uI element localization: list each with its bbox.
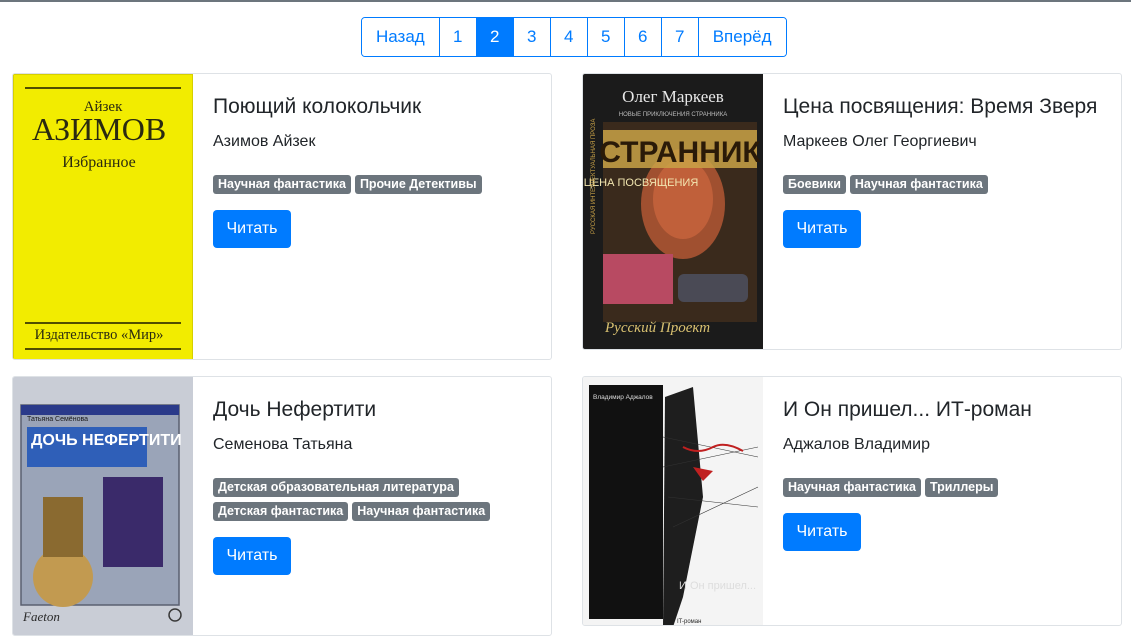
book-title: Цена посвящения: Время Зверя — [783, 95, 1098, 118]
read-button[interactable]: Читать — [783, 210, 861, 248]
page-6-button[interactable]: 6 — [624, 18, 662, 56]
genre-badges: Детская образовательная литература Детска… — [213, 478, 543, 526]
svg-text:ЦЕНА ПОСВЯЩЕНИЯ: ЦЕНА ПОСВЯЩЕНИЯ — [584, 177, 699, 189]
genre-badge: Научная фантастика — [213, 175, 351, 194]
book-card: Владимир Аджалов И Он пришел... IT-роман… — [582, 376, 1122, 626]
page-4-button[interactable]: 4 — [550, 18, 588, 56]
genre-badges: Научная фантастика Триллеры — [783, 478, 1121, 502]
book-cover[interactable]: Владимир Аджалов И Он пришел... IT-роман — [583, 377, 763, 625]
svg-text:Faeton: Faeton — [22, 609, 60, 624]
svg-text:Олег Маркеев: Олег Маркеев — [622, 87, 724, 106]
svg-text:Избранное: Избранное — [62, 154, 136, 171]
page-7-button[interactable]: 7 — [661, 18, 699, 56]
read-button[interactable]: Читать — [213, 210, 291, 248]
page-5-button[interactable]: 5 — [587, 18, 625, 56]
svg-text:Русский Проект: Русский Проект — [604, 320, 710, 336]
svg-text:Татьяна Семёнова: Татьяна Семёнова — [27, 416, 88, 423]
book-cover[interactable]: Татьяна Семёнова ДОЧЬ НЕФЕРТИТИ Faeton — [13, 377, 193, 635]
svg-text:Издательство «Мир»: Издательство «Мир» — [35, 327, 164, 343]
read-button[interactable]: Читать — [783, 513, 861, 551]
genre-badge: Детская образовательная литература — [213, 478, 459, 497]
genre-badge: Прочие Детективы — [354, 175, 482, 194]
genre-badge: Детская фантастика — [213, 502, 349, 521]
page-next-button[interactable]: Вперёд — [698, 18, 786, 56]
page-1-button[interactable]: 1 — [439, 18, 477, 56]
book-card: Олег Маркеев НОВЫЕ ПРИКЛЮЧЕНИЯ СТРАННИКА… — [582, 73, 1122, 350]
book-cover[interactable]: Олег Маркеев НОВЫЕ ПРИКЛЮЧЕНИЯ СТРАННИКА… — [583, 74, 763, 349]
page-prev-button[interactable]: Назад — [362, 18, 440, 56]
book-title: И Он пришел... ИТ-роман — [783, 398, 1032, 421]
svg-text:СТРАННИК: СТРАННИК — [599, 136, 761, 169]
svg-text:IT-роман: IT-роман — [677, 619, 701, 625]
svg-text:Владимир Аджалов: Владимир Аджалов — [593, 394, 653, 401]
genre-badge: Научная фантастика — [352, 502, 491, 521]
book-card: Татьяна Семёнова ДОЧЬ НЕФЕРТИТИ Faeton Д… — [12, 376, 552, 636]
genre-badge: Научная фантастика — [849, 175, 988, 194]
book-card: Айзек АЗИМОВ Избранное Издательство «Мир… — [12, 73, 552, 360]
book-title: Дочь Нефертити — [213, 398, 377, 421]
svg-text:ДОЧЬ НЕФЕРТИТИ: ДОЧЬ НЕФЕРТИТИ — [31, 432, 182, 449]
read-button[interactable]: Читать — [213, 537, 291, 575]
book-author: Семенова Татьяна — [213, 436, 353, 453]
book-author: Аджалов Владимир — [783, 436, 930, 453]
book-title: Поющий колокольчик — [213, 95, 422, 118]
genre-badge: Научная фантастика — [783, 478, 921, 497]
book-cover[interactable]: Айзек АЗИМОВ Избранное Издательство «Мир… — [13, 74, 193, 359]
genre-badges: Научная фантастика Прочие Детективы — [213, 175, 551, 199]
book-author: Маркеев Олег Георгиевич — [783, 133, 977, 150]
svg-text:НОВЫЕ ПРИКЛЮЧЕНИЯ СТРАННИКА: НОВЫЕ ПРИКЛЮЧЕНИЯ СТРАННИКА — [619, 112, 727, 118]
genre-badge: Триллеры — [924, 478, 999, 497]
svg-text:АЗИМОВ: АЗИМОВ — [32, 111, 166, 147]
svg-text:И Он пришел...: И Он пришел... — [679, 580, 756, 592]
genre-badge: Боевики — [783, 175, 846, 194]
page-3-button[interactable]: 3 — [513, 18, 551, 56]
genre-badges: Боевики Научная фантастика — [783, 175, 1121, 199]
svg-text:РУССКАЯ ИНТЕЛЛЕКТУАЛЬНАЯ ПРОЗА: РУССКАЯ ИНТЕЛЛЕКТУАЛЬНАЯ ПРОЗА — [591, 119, 597, 234]
page-2-button[interactable]: 2 — [476, 18, 514, 56]
top-border — [0, 0, 1131, 2]
book-author: Азимов Айзек — [213, 133, 316, 150]
pagination: Назад 1 2 3 4 5 6 7 Вперёд — [361, 17, 787, 57]
